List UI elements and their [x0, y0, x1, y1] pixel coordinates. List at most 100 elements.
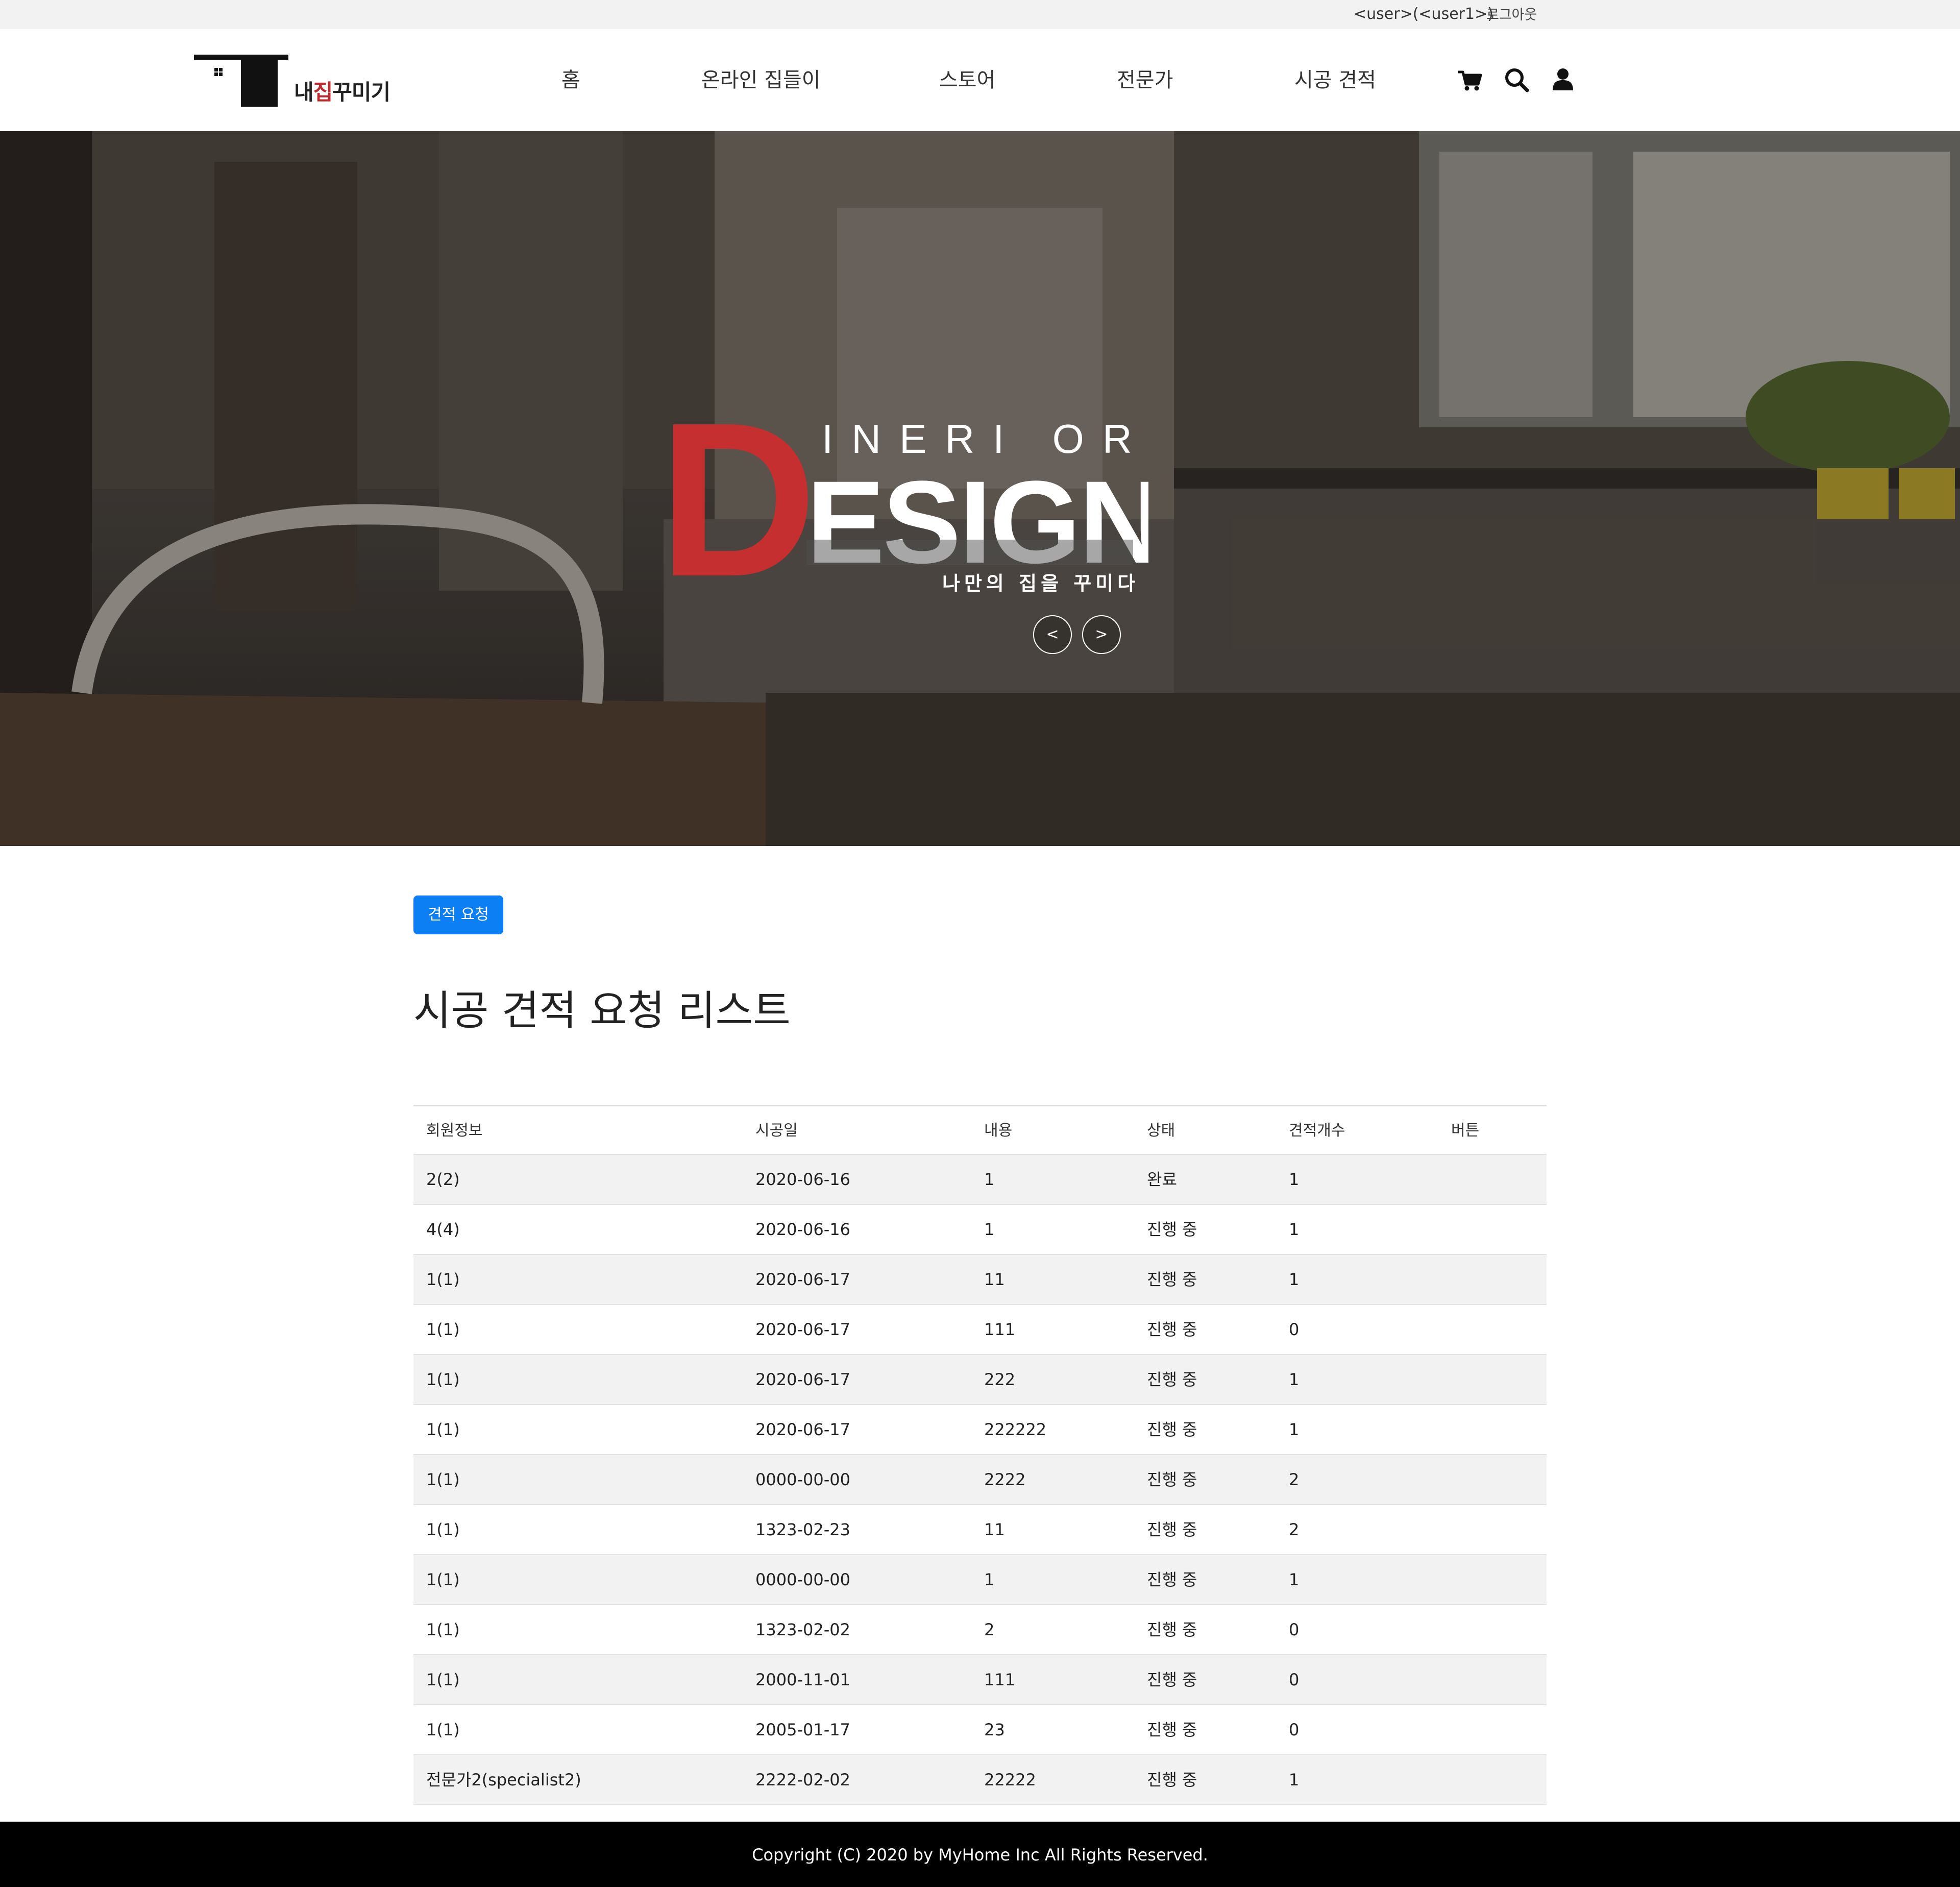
cell-quote-count: 1	[1289, 1570, 1300, 1589]
quote-request-table: 회원정보 시공일 내용 상태 견적개수 버튼 2(2) 2020-06-16 1 완료…	[413, 1105, 1547, 1805]
cell-content: 2	[984, 1620, 995, 1639]
header-construction-date: 시공일	[755, 1122, 798, 1140]
cell-quote-count: 0	[1289, 1670, 1300, 1689]
cell-construction-date: 2020-06-16	[755, 1220, 850, 1239]
user-icon[interactable]	[1548, 65, 1578, 95]
cell-content: 11	[984, 1520, 1005, 1539]
cell-status: 진행 중	[1147, 1570, 1197, 1589]
table-row[interactable]: 1(1) 2020-06-17 222222 진행 중 1	[413, 1405, 1547, 1455]
slide-prev-button[interactable]: <	[1033, 615, 1072, 654]
cell-member-info: 1(1)	[426, 1320, 460, 1339]
cell-member-info: 1(1)	[426, 1370, 460, 1389]
table-row[interactable]: 1(1) 0000-00-00 1 진행 중 1	[413, 1555, 1547, 1605]
cell-construction-date: 2020-06-17	[755, 1320, 850, 1339]
table-row[interactable]: 4(4) 2020-06-16 1 진행 중 1	[413, 1205, 1547, 1255]
cell-content: 1	[984, 1170, 995, 1189]
cell-content: 1	[984, 1220, 995, 1239]
user-info: <user>(<user1>)	[1354, 5, 1493, 23]
cell-quote-count: 1	[1289, 1220, 1300, 1239]
cell-construction-date: 0000-00-00	[755, 1470, 850, 1489]
cell-content: 23	[984, 1720, 1005, 1739]
cell-status: 진행 중	[1147, 1270, 1197, 1289]
cell-quote-count: 1	[1289, 1270, 1300, 1289]
logo-text-part1: 내	[294, 80, 314, 105]
header-status: 상태	[1147, 1122, 1175, 1140]
logo-letter-d: D	[658, 392, 817, 606]
search-icon[interactable]	[1502, 65, 1532, 95]
hero-banner: D INERI OR ESIGN 나만의 집을 꾸미다 < >	[0, 131, 1960, 846]
cell-member-info: 1(1)	[426, 1470, 460, 1489]
hero-tagline: 나만의 집을 꾸미다	[942, 572, 1140, 595]
cell-status: 완료	[1147, 1170, 1177, 1189]
cell-construction-date: 2020-06-17	[755, 1420, 850, 1439]
table-row[interactable]: 1(1) 2005-01-17 23 진행 중 0	[413, 1705, 1547, 1755]
logo-text-part3: 꾸미기	[332, 80, 390, 105]
cell-content: 2222	[984, 1470, 1026, 1489]
header-member-info: 회원정보	[426, 1122, 483, 1140]
slide-next-button[interactable]: >	[1082, 615, 1121, 654]
cell-construction-date: 2020-06-17	[755, 1270, 850, 1289]
table-row[interactable]: 1(1) 1323-02-23 11 진행 중 2	[413, 1505, 1547, 1555]
header-button: 버튼	[1451, 1122, 1480, 1140]
cell-quote-count: 0	[1289, 1320, 1300, 1339]
top-user-bar: <user>(<user1>) 로그아웃	[0, 0, 1960, 29]
cell-quote-count: 1	[1289, 1370, 1300, 1389]
cell-quote-count: 0	[1289, 1720, 1300, 1739]
table-row[interactable]: 1(1) 2020-06-17 11 진행 중 1	[413, 1255, 1547, 1305]
cell-construction-date: 1323-02-23	[755, 1520, 850, 1539]
cell-construction-date: 2005-01-17	[755, 1720, 850, 1739]
cell-quote-count: 1	[1289, 1170, 1300, 1189]
cell-construction-date: 1323-02-02	[755, 1620, 850, 1639]
nav-online-housewarming[interactable]: 온라인 집들이	[701, 65, 821, 95]
cell-construction-date: 2020-06-16	[755, 1170, 850, 1189]
table-row[interactable]: 1(1) 2020-06-17 222 진행 중 1	[413, 1355, 1547, 1405]
logo-top-text: INERI OR	[822, 416, 1148, 462]
nav-store[interactable]: 스토어	[939, 65, 995, 95]
table-row[interactable]: 2(2) 2020-06-16 1 완료 1	[413, 1155, 1547, 1205]
site-logo[interactable]: 내집꾸미기	[194, 55, 408, 111]
cell-quote-count: 2	[1289, 1470, 1300, 1489]
logout-link[interactable]: 로그아웃	[1486, 5, 1537, 26]
logo-text-part2: 집	[313, 80, 333, 105]
cell-content: 111	[984, 1320, 1016, 1339]
quote-request-button[interactable]: 견적 요청	[413, 896, 503, 934]
cell-status: 진행 중	[1147, 1770, 1197, 1789]
cell-status: 진행 중	[1147, 1320, 1197, 1339]
table-row[interactable]: 1(1) 2020-06-17 111 진행 중 0	[413, 1305, 1547, 1355]
cell-quote-count: 2	[1289, 1520, 1300, 1539]
cell-status: 진행 중	[1147, 1420, 1197, 1439]
cell-construction-date: 2020-06-17	[755, 1370, 850, 1389]
cell-member-info: 1(1)	[426, 1520, 460, 1539]
cart-icon[interactable]	[1455, 65, 1485, 95]
table-body: 2(2) 2020-06-16 1 완료 1 4(4) 2020-06-16 1 진행 중 1 1(…	[413, 1155, 1547, 1805]
table-row[interactable]: 전문가2(specialist2) 2222-02-02 22222 진행 중 1	[413, 1755, 1547, 1805]
cell-quote-count: 1	[1289, 1420, 1300, 1439]
cell-member-info: 1(1)	[426, 1420, 460, 1439]
cell-member-info: 1(1)	[426, 1720, 460, 1739]
nav-experts[interactable]: 전문가	[1117, 65, 1173, 95]
cell-content: 222	[984, 1370, 1016, 1389]
nav-construction-quote[interactable]: 시공 견적	[1294, 65, 1376, 95]
cell-construction-date: 2222-02-02	[755, 1770, 850, 1789]
header-content: 내용	[984, 1122, 1013, 1140]
nav-home[interactable]: 홈	[561, 65, 580, 95]
table-header-row: 회원정보 시공일 내용 상태 견적개수 버튼	[413, 1105, 1547, 1155]
cell-status: 진행 중	[1147, 1720, 1197, 1739]
cell-status: 진행 중	[1147, 1520, 1197, 1539]
table-row[interactable]: 1(1) 2000-11-01 111 진행 중 0	[413, 1655, 1547, 1705]
cell-construction-date: 0000-00-00	[755, 1570, 850, 1589]
house-logo-icon	[194, 55, 288, 107]
cell-content: 222222	[984, 1420, 1047, 1439]
cell-member-info: 1(1)	[426, 1570, 460, 1589]
page-title: 시공 견적 요청 리스트	[413, 987, 791, 1034]
cell-content: 1	[984, 1570, 995, 1589]
table-row[interactable]: 1(1) 1323-02-02 2 진행 중 0	[413, 1605, 1547, 1655]
cell-member-info: 2(2)	[426, 1170, 460, 1189]
cell-content: 22222	[984, 1770, 1036, 1789]
header-quote-count: 견적개수	[1289, 1122, 1345, 1140]
logo-text: 내집꾸미기	[294, 75, 390, 106]
cell-member-info: 1(1)	[426, 1620, 460, 1639]
table-row[interactable]: 1(1) 0000-00-00 2222 진행 중 2	[413, 1455, 1547, 1505]
cell-member-info: 4(4)	[426, 1220, 460, 1239]
cell-content: 111	[984, 1670, 1016, 1689]
